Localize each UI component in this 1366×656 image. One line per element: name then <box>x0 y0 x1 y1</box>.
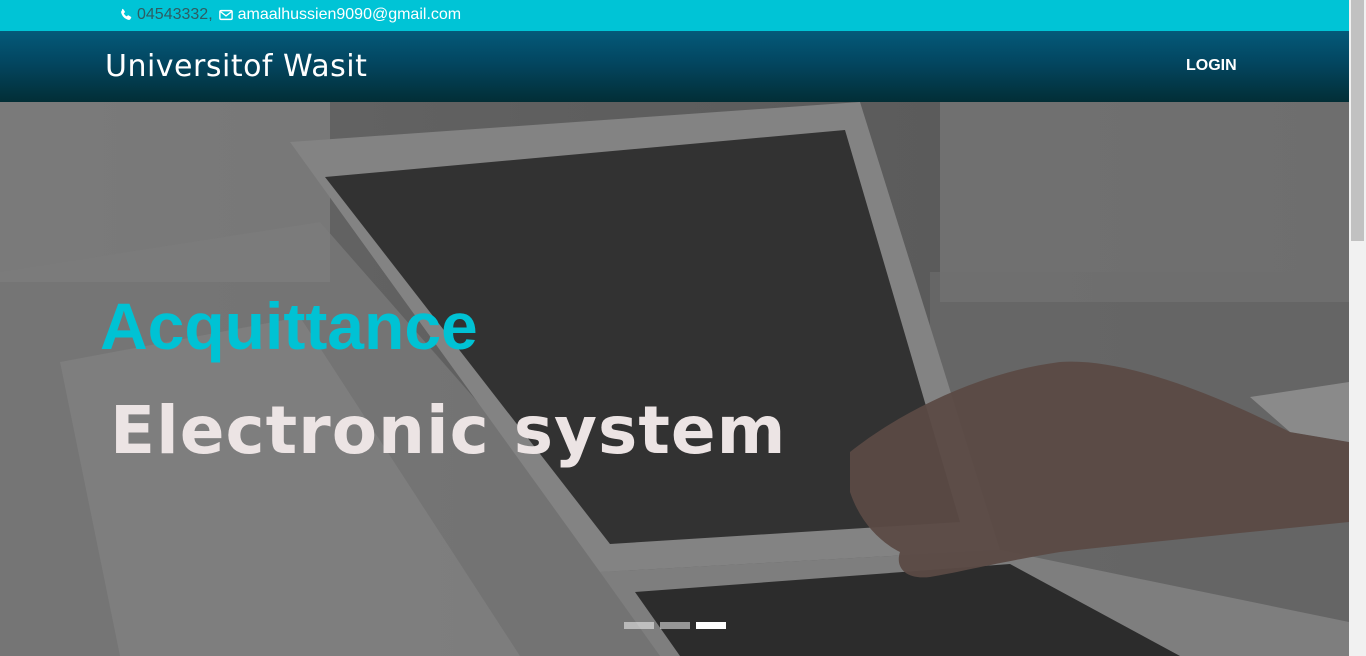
scrollbar-thumb[interactable] <box>1351 0 1364 241</box>
phone-icon <box>121 8 132 20</box>
hero-background-image <box>0 102 1349 656</box>
carousel-indicator-3[interactable] <box>696 622 726 629</box>
page-scrollbar[interactable] <box>1349 0 1366 656</box>
hero-subline: Electronic system <box>110 392 787 469</box>
contact-separator: , <box>208 6 213 23</box>
contact-info: 04543332 , amaalhussien9090@gmail.com <box>119 6 461 24</box>
contact-bar: 04543332 , amaalhussien9090@gmail.com <box>0 0 1349 31</box>
phone-number: 04543332 <box>137 6 209 23</box>
main-navbar: Universitof Wasit LOGIN <box>0 31 1349 102</box>
carousel-indicator-2[interactable] <box>660 622 690 629</box>
hero-headline: Acquittance <box>100 289 478 363</box>
carousel-indicator-1[interactable] <box>624 622 654 629</box>
hero-carousel: Acquittance Electronic system <box>0 102 1349 656</box>
email-address: amaalhussien9090@gmail.com <box>237 6 462 23</box>
login-link[interactable]: LOGIN <box>1186 57 1237 75</box>
envelope-icon <box>218 9 233 21</box>
brand-logo[interactable]: Universitof Wasit <box>105 49 367 84</box>
carousel-indicators <box>624 622 726 629</box>
